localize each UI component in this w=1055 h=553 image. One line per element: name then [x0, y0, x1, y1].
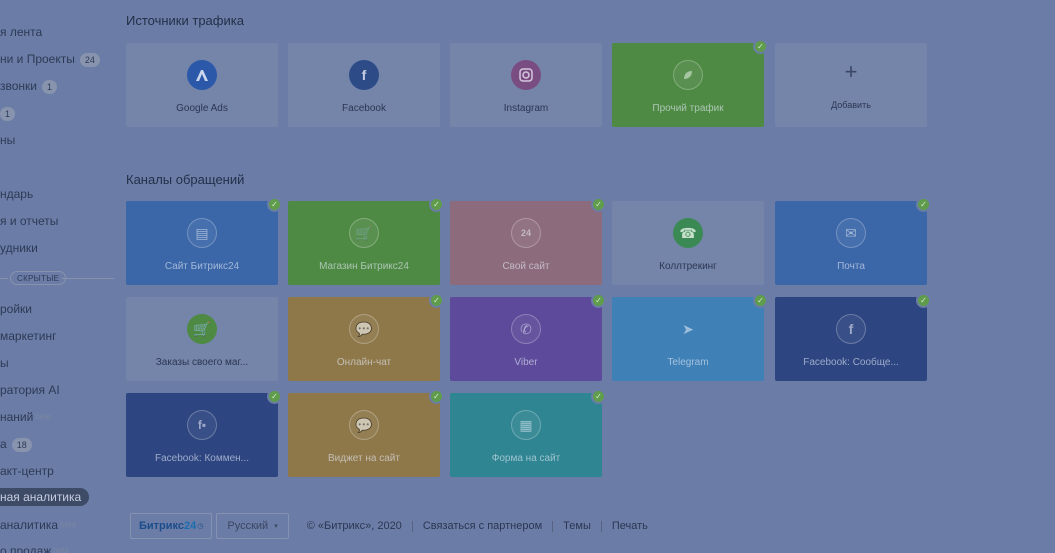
- check-icon: ✓: [429, 389, 444, 404]
- sidebar-item-ai-lab[interactable]: ратория AI: [0, 381, 60, 399]
- leaf-icon: [673, 60, 703, 90]
- channel-tile-shop-b24[interactable]: 🛒 Магазин Битрикс24 ✓: [288, 197, 444, 285]
- facebook-icon: f: [349, 60, 379, 90]
- print-link[interactable]: Печать: [602, 520, 658, 532]
- beta-badge: beta: [35, 412, 51, 421]
- count-badge: 1: [0, 106, 16, 121]
- channel-tile-site-widget[interactable]: 💬 Виджет на сайт ✓: [288, 389, 444, 477]
- traffic-tile-google-ads[interactable]: Google Ads: [126, 43, 278, 127]
- viber-icon: ✆: [511, 314, 541, 344]
- cart-icon: 🛒: [187, 314, 217, 344]
- instagram-icon: [511, 60, 541, 90]
- traffic-tile-facebook[interactable]: f Facebook: [288, 43, 440, 127]
- channel-tile-own-site[interactable]: 24 Свой сайт ✓: [450, 197, 606, 285]
- themes-link[interactable]: Темы: [553, 520, 602, 532]
- language-select[interactable]: Русский ▾: [216, 513, 289, 539]
- check-icon: ✓: [753, 293, 768, 308]
- sidebar-item-mail[interactable]: а 18: [0, 435, 32, 453]
- chat-icon: 💬: [349, 314, 379, 344]
- channels-title: Каналы обращений: [126, 172, 245, 187]
- channel-tile-telegram[interactable]: ➤ Telegram ✓: [612, 293, 768, 381]
- hidden-divider[interactable]: СКРЫТЫЕ: [0, 270, 118, 286]
- sidebar-item-feed[interactable]: я лента: [0, 23, 42, 41]
- sidebar-item-calendar[interactable]: ндарь: [0, 185, 33, 203]
- check-icon: ✓: [916, 197, 931, 212]
- telegram-icon: ➤: [682, 320, 694, 337]
- traffic-sources-title: Источники трафика: [126, 13, 244, 28]
- sidebar-item-marketing[interactable]: маркетинг: [0, 327, 56, 345]
- count-badge: 24: [79, 52, 100, 67]
- cart-icon: 🛒: [349, 218, 379, 248]
- facebook-comments-icon: f▪: [187, 410, 217, 440]
- facebook-icon: f: [836, 314, 866, 344]
- sidebar-item-employees[interactable]: удники: [0, 239, 38, 257]
- channel-tile-site-form[interactable]: ▦ Форма на сайт ✓: [450, 389, 606, 477]
- check-icon: ✓: [429, 197, 444, 212]
- calendar-24-icon: 24: [511, 218, 541, 248]
- beta-badge: beta: [60, 520, 76, 529]
- chat-icon: 💬: [349, 410, 379, 440]
- sidebar-item-sales[interactable]: о продаж beta: [0, 542, 69, 553]
- clock-icon: ◷: [197, 523, 204, 530]
- check-icon: ✓: [429, 293, 444, 308]
- channel-tile-calltracking[interactable]: ☎ Коллтрекинг: [612, 201, 764, 285]
- check-icon: ✓: [591, 293, 606, 308]
- channel-tile-facebook-messages[interactable]: f Facebook: Сообще... ✓: [775, 293, 931, 381]
- sidebar-item-settings[interactable]: ройки: [0, 300, 32, 318]
- sidebar-item-tasks[interactable]: ни и Проекты 24: [0, 50, 100, 68]
- check-icon: ✓: [267, 389, 282, 404]
- sidebar-item-calls[interactable]: звонки 1: [0, 77, 58, 95]
- sidebar-item-end-to-end-analytics[interactable]: ная аналитика: [0, 488, 90, 506]
- channel-tile-own-shop-orders[interactable]: 🛒 Заказы своего маг...: [126, 297, 278, 381]
- channel-tile-site-b24[interactable]: ▤ Сайт Битрикс24 ✓: [126, 197, 282, 285]
- plus-icon: +: [844, 59, 858, 84]
- footer: Битрикс 24 ◷ Русский ▾ © «Битрикс», 2020 Св…: [130, 513, 658, 539]
- sidebar-item-contact-center[interactable]: акт-центр: [0, 462, 54, 480]
- check-icon: ✓: [591, 389, 606, 404]
- sidebar: я лента ни и Проекты 24 звонки 1 1 ны ндар…: [0, 0, 118, 553]
- bitrix24-logo[interactable]: Битрикс 24 ◷: [130, 513, 213, 539]
- mail-icon: ✉: [836, 218, 866, 248]
- chevron-down-icon: ▾: [274, 523, 278, 530]
- check-icon: ✓: [916, 293, 931, 308]
- traffic-tile-other[interactable]: Прочий трафик ✓: [612, 39, 768, 127]
- count-badge: 18: [11, 437, 32, 452]
- sidebar-item-sites[interactable]: ы: [0, 354, 9, 372]
- copyright: © «Битрикс», 2020: [297, 520, 413, 532]
- partner-link[interactable]: Связаться с партнером: [413, 520, 554, 532]
- hidden-label: СКРЫТЫЕ: [10, 271, 67, 285]
- sidebar-item-chat[interactable]: 1: [0, 104, 16, 122]
- sidebar-item-groups[interactable]: ны: [0, 131, 15, 149]
- check-icon: ✓: [267, 197, 282, 212]
- beta-badge: beta: [53, 546, 69, 553]
- sidebar-item-analytics[interactable]: аналитика beta: [0, 516, 76, 534]
- traffic-tile-instagram[interactable]: Instagram: [450, 43, 602, 127]
- site-icon: ▤: [187, 218, 217, 248]
- channel-tile-mail[interactable]: ✉ Почта ✓: [775, 197, 931, 285]
- channel-tile-facebook-comments[interactable]: f▪ Facebook: Коммен... ✓: [126, 389, 282, 477]
- channel-tile-viber[interactable]: ✆ Viber ✓: [450, 293, 606, 381]
- sidebar-item-knowledge[interactable]: наний beta: [0, 408, 51, 426]
- form-icon: ▦: [511, 410, 541, 440]
- channel-tile-online-chat[interactable]: 💬 Онлайн-чат ✓: [288, 293, 444, 381]
- check-icon: ✓: [591, 197, 606, 212]
- count-badge: 1: [42, 79, 58, 94]
- phone-refresh-icon: ☎: [673, 218, 703, 248]
- check-icon: ✓: [753, 39, 768, 54]
- google-ads-icon: [187, 60, 217, 90]
- traffic-tile-add[interactable]: + Добавить: [775, 43, 927, 127]
- sidebar-item-reports[interactable]: я и отчеты: [0, 212, 58, 230]
